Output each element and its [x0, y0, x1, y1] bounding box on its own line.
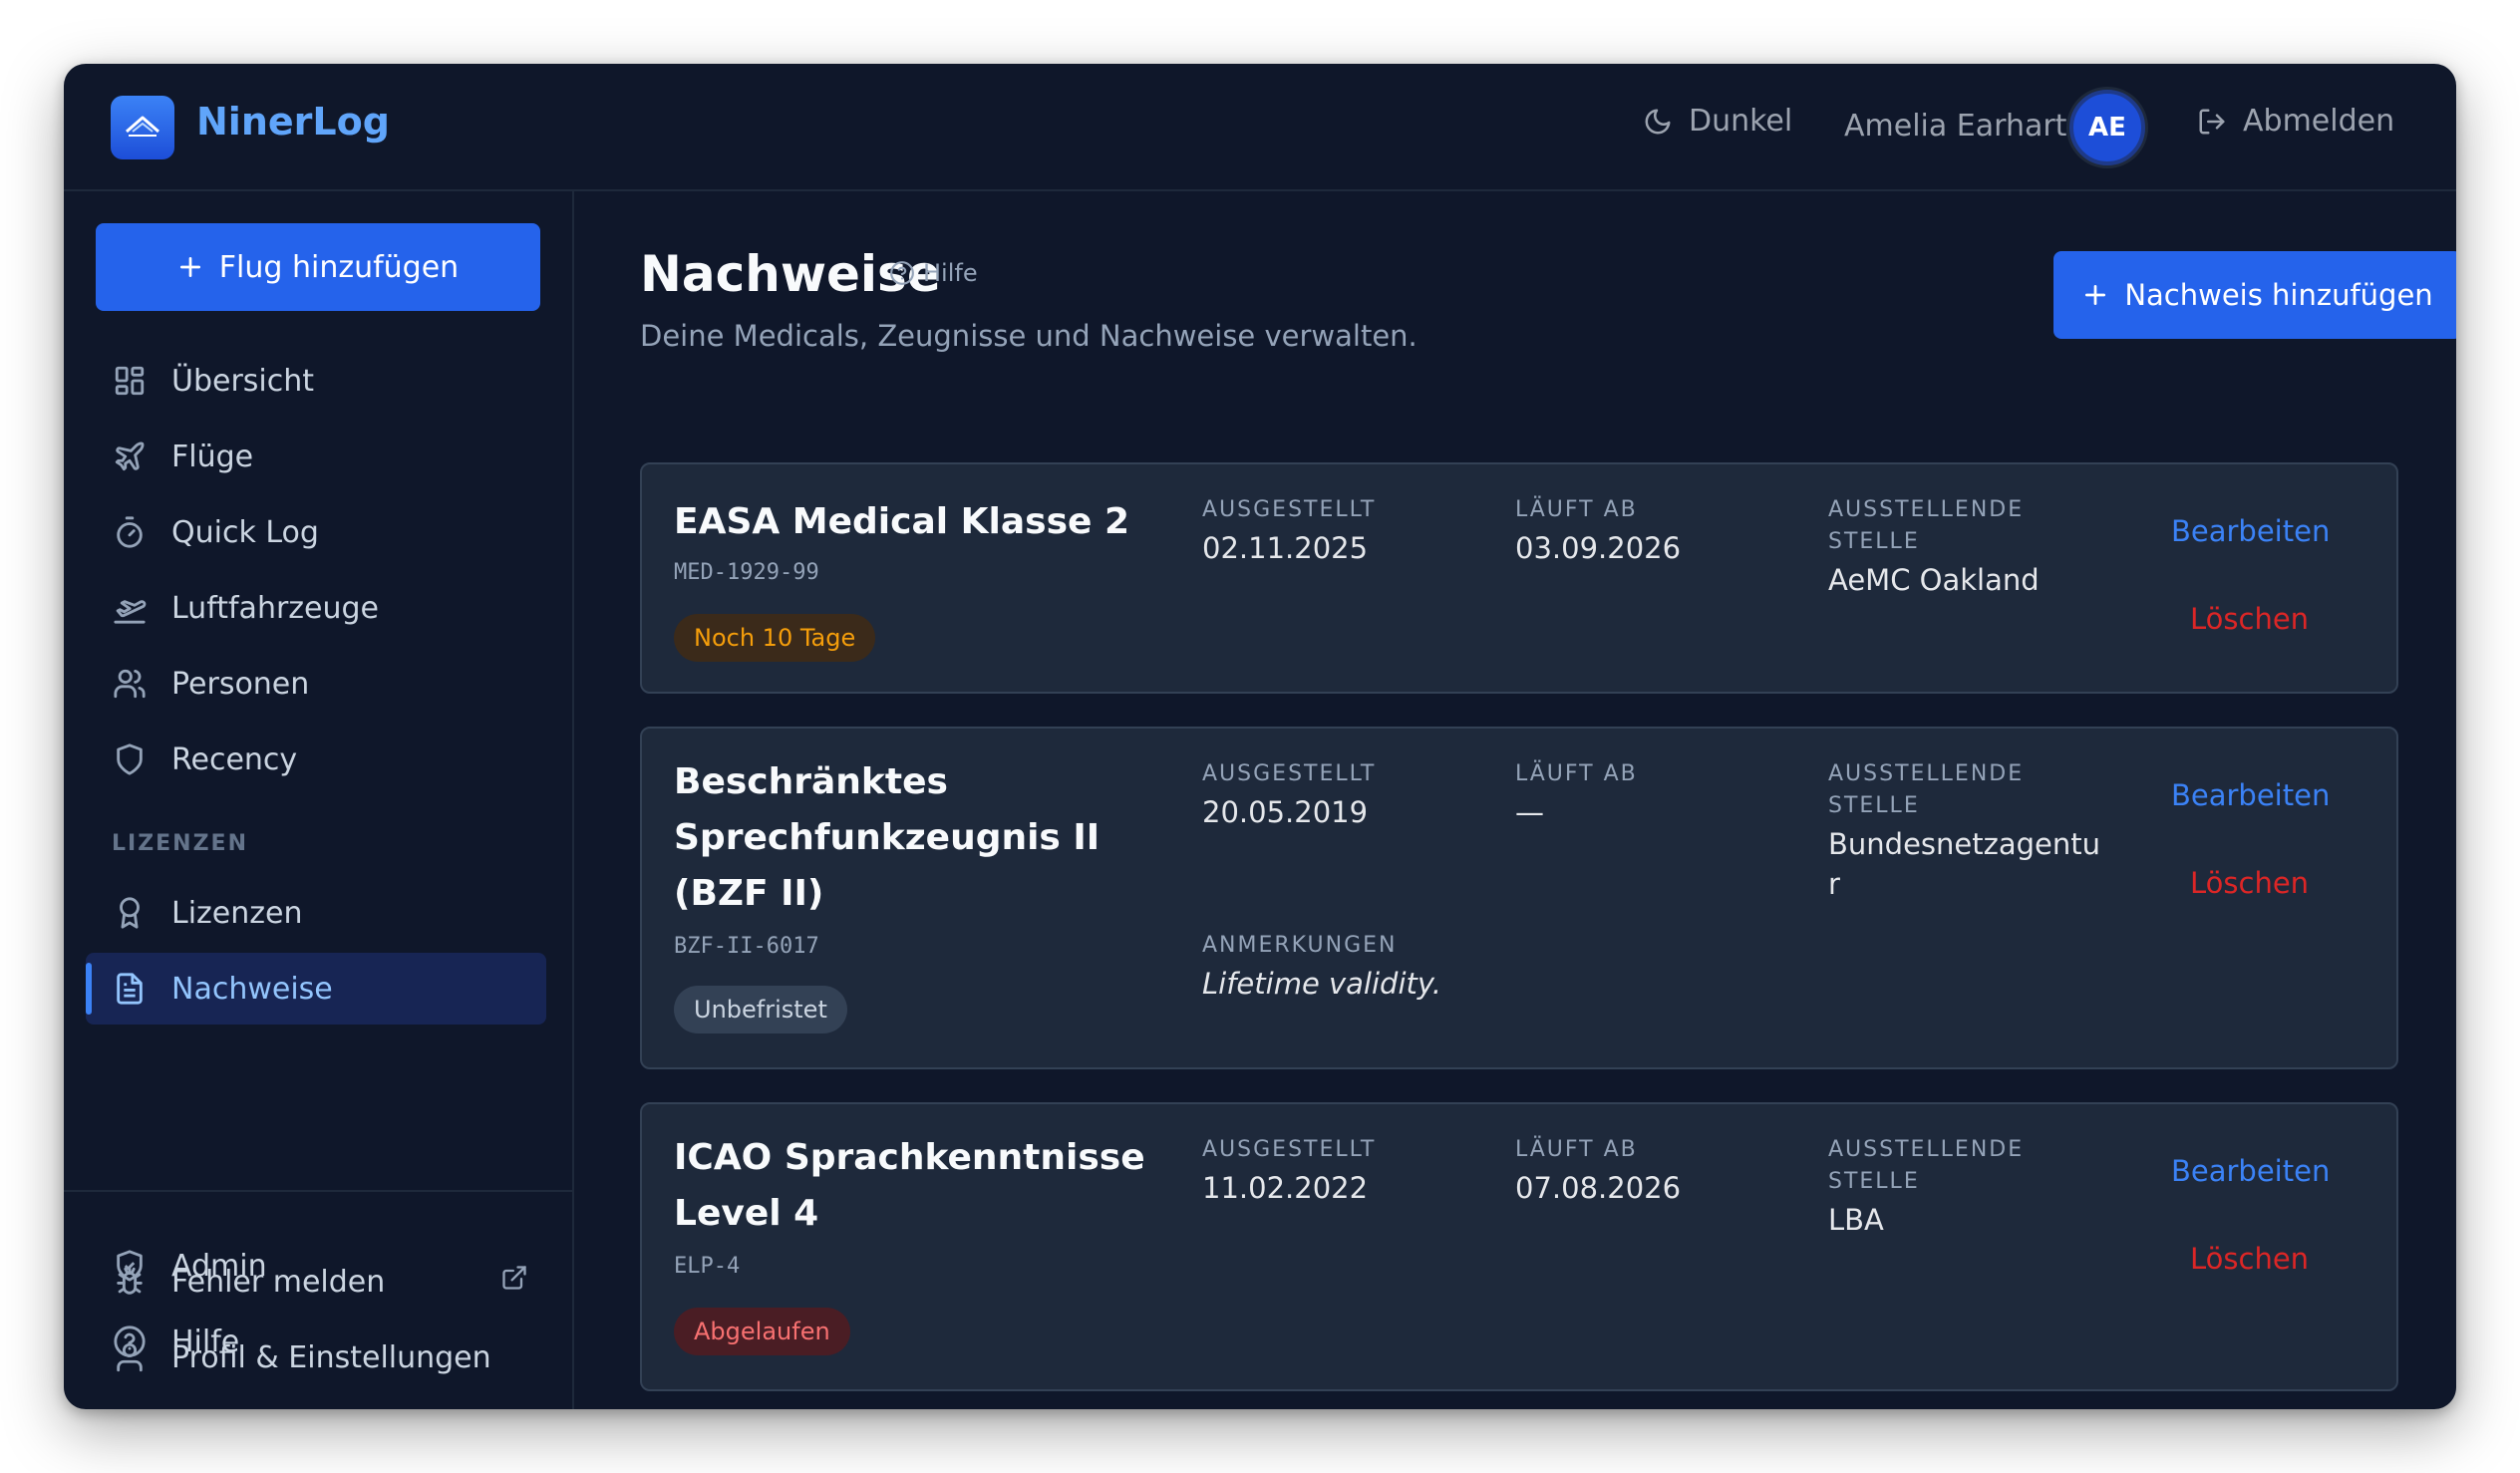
sidebar-item-label: Übersicht: [171, 363, 315, 399]
authority-label: AUSSTELLENDE STELLE: [1828, 497, 2025, 554]
status-badge: Unbefristet: [674, 986, 847, 1033]
delete-button[interactable]: Löschen: [2190, 602, 2309, 636]
sidebar-item-flights[interactable]: Flüge: [86, 421, 546, 492]
issued-value: 20.05.2019: [1202, 795, 1369, 829]
sidebar-item-profile-settings[interactable]: Profil & Einstellungen: [86, 1322, 546, 1393]
authority-value: LBA: [1828, 1203, 1884, 1237]
sidebar-item-label: Lizenzen: [171, 895, 303, 931]
expires-value: —: [1515, 795, 1544, 829]
delete-button[interactable]: Löschen: [2190, 1242, 2309, 1276]
document-icon: [110, 969, 150, 1009]
add-flight-label: Flug hinzufügen: [218, 249, 460, 285]
sidebar-item-label: Nachweise: [171, 971, 333, 1007]
sidebar-item-quick-log[interactable]: Quick Log: [86, 496, 546, 568]
expires-label: LÄUFT AB: [1515, 1137, 1638, 1162]
proof-card: ICAO Sprachkenntnisse Level 4 ELP-4 Abge…: [640, 1102, 2398, 1391]
edit-button[interactable]: Bearbeiten: [2171, 514, 2330, 548]
issued-value: 11.02.2022: [1202, 1171, 1369, 1205]
expires-value: 07.08.2026: [1515, 1171, 1682, 1205]
sidebar-item-licenses[interactable]: Lizenzen: [86, 877, 546, 949]
top-bar: NinerLog Dunkel Amelia Earhart AE Abmeld…: [64, 64, 2456, 191]
notes-value: Lifetime validity.: [1202, 967, 1442, 1001]
sidebar-divider: [64, 1190, 572, 1192]
app-window: NinerLog Dunkel Amelia Earhart AE Abmeld…: [64, 64, 2456, 1409]
logout-button[interactable]: Abmelden: [2197, 104, 2394, 139]
proof-code: BZF-II-6017: [674, 934, 819, 959]
sidebar-item-recency[interactable]: Recency: [86, 724, 546, 795]
ninerlog-logo-icon[interactable]: [111, 96, 174, 159]
sidebar-item-label: Personen: [171, 666, 310, 702]
sidebar-item-label: Recency: [171, 741, 298, 777]
authority-value: AeMC Oakland: [1828, 563, 2040, 597]
sidebar-item-report-bug[interactable]: Fehler melden: [86, 1246, 546, 1318]
plus-icon: [2085, 284, 2106, 306]
sidebar-item-label: Flüge: [171, 439, 254, 474]
proof-code: MED-1929-99: [674, 560, 819, 585]
status-badge: Noch 10 Tage: [674, 614, 876, 662]
sidebar-item-overview[interactable]: Übersicht: [86, 345, 546, 417]
bug-icon: [110, 1262, 150, 1302]
avatar[interactable]: AE: [2069, 90, 2145, 165]
edit-button[interactable]: Bearbeiten: [2171, 778, 2330, 812]
sidebar-item-label: Profil & Einstellungen: [171, 1339, 491, 1375]
main-content: Nachweise Hilfe Deine Medicals, Zeugniss…: [574, 191, 2456, 1409]
add-flight-button[interactable]: Flug hinzufügen: [96, 223, 540, 311]
user-name: Amelia Earhart: [1844, 109, 2067, 144]
sidebar-item-proofs[interactable]: Nachweise: [86, 953, 546, 1025]
moon-icon: [1645, 109, 1671, 134]
external-link-icon: [500, 1264, 528, 1292]
sidebar-item-label: Quick Log: [171, 514, 319, 550]
plane-icon: [110, 437, 150, 476]
logout-icon: [2199, 109, 2225, 134]
stopwatch-icon: [110, 512, 150, 552]
shield-icon: [110, 739, 150, 779]
award-icon: [110, 893, 150, 933]
users-icon: [110, 664, 150, 704]
expires-value: 03.09.2026: [1515, 531, 1682, 565]
issued-label: AUSGESTELLT: [1202, 761, 1377, 786]
help-link-label: Hilfe: [923, 259, 978, 287]
sidebar-item-aircraft[interactable]: Luftfahrzeuge: [86, 572, 546, 644]
grid-icon: [110, 361, 150, 401]
expires-label: LÄUFT AB: [1515, 497, 1638, 522]
add-proof-label: Nachweis hinzufügen: [2124, 278, 2433, 312]
logout-label: Abmelden: [2243, 104, 2395, 139]
issued-value: 02.11.2025: [1202, 531, 1369, 565]
proof-code: ELP-4: [674, 1254, 741, 1279]
edit-button[interactable]: Bearbeiten: [2171, 1154, 2330, 1188]
section-label-licenses: LIZENZEN: [112, 831, 248, 856]
plus-icon: [179, 256, 200, 278]
proof-title: Beschränktes Sprechfunkzeugnis II (BZF I…: [674, 761, 1101, 914]
proof-title: ICAO Sprachkenntnisse Level 4: [674, 1137, 1145, 1234]
add-proof-button[interactable]: Nachweis hinzufügen: [2053, 251, 2456, 339]
expires-label: LÄUFT AB: [1515, 761, 1638, 786]
proof-card: Beschränktes Sprechfunkzeugnis II (BZF I…: [640, 727, 2398, 1069]
notes-label: ANMERKUNGEN: [1202, 933, 1398, 958]
proof-title: EASA Medical Klasse 2: [674, 501, 1130, 542]
delete-button[interactable]: Löschen: [2190, 866, 2309, 900]
authority-value: Bundesnetzagentur: [1828, 827, 2100, 901]
status-badge: Abgelaufen: [674, 1308, 850, 1355]
issued-label: AUSGESTELLT: [1202, 1137, 1377, 1162]
brand-name[interactable]: NinerLog: [196, 100, 390, 144]
proof-card: EASA Medical Klasse 2 MED-1929-99 Noch 1…: [640, 462, 2398, 694]
authority-label: AUSSTELLENDE STELLE: [1828, 761, 2025, 818]
authority-label: AUSSTELLENDE STELLE: [1828, 1137, 2025, 1194]
sidebar-item-label: Fehler melden: [171, 1264, 386, 1300]
sidebar: Flug hinzufügen Übersicht Flüge Quick Lo…: [64, 191, 574, 1409]
help-circle-icon: [890, 261, 914, 285]
issued-label: AUSGESTELLT: [1202, 497, 1377, 522]
theme-toggle[interactable]: Dunkel: [1643, 104, 1792, 139]
sidebar-item-label: Luftfahrzeuge: [171, 590, 380, 626]
user-icon: [110, 1337, 150, 1377]
sidebar-item-persons[interactable]: Personen: [86, 648, 546, 720]
page-subtitle: Deine Medicals, Zeugnisse und Nachweise …: [640, 319, 1418, 353]
help-link[interactable]: Hilfe: [889, 259, 978, 287]
theme-label: Dunkel: [1689, 104, 1793, 139]
plane-takeoff-icon: [110, 588, 150, 628]
